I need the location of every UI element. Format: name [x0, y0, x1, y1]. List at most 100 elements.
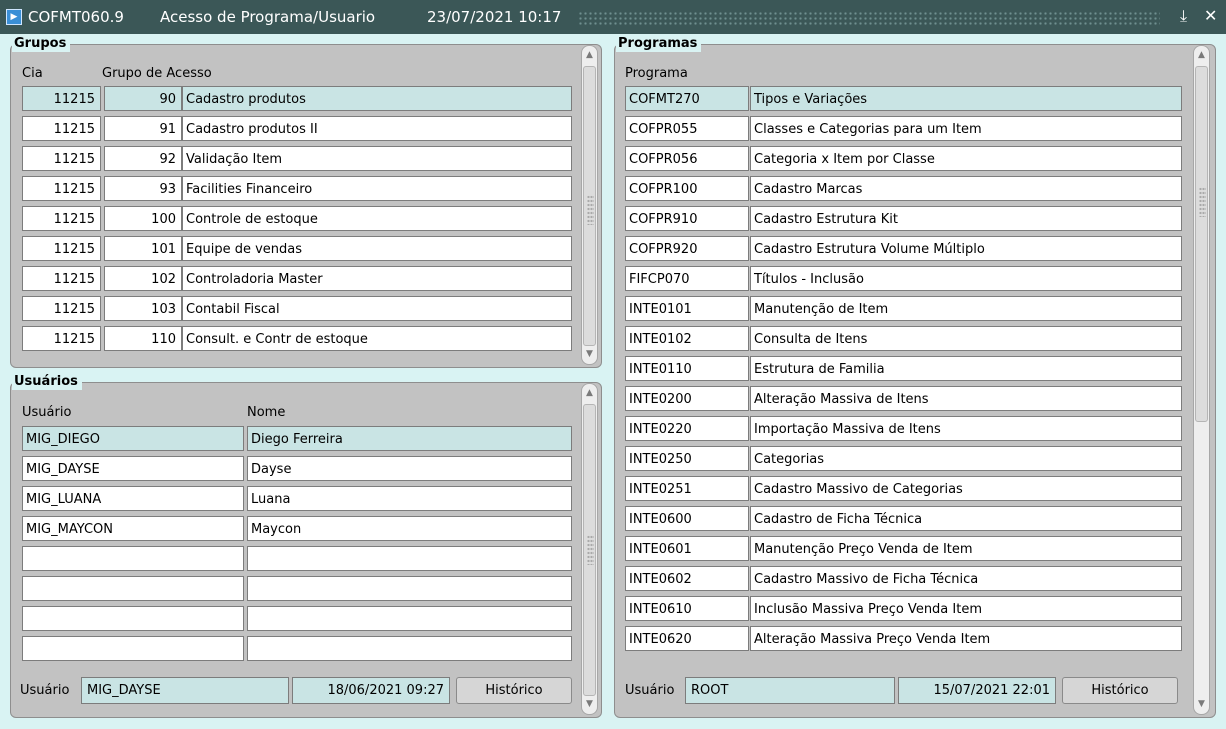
grupo-cia-cell[interactable]: 11215: [22, 296, 101, 321]
grupo-cia-cell[interactable]: 11215: [22, 266, 101, 291]
usuarios-header-usuario: Usuário: [22, 405, 72, 420]
usuarios-title: Usuários: [12, 374, 82, 390]
programa-codigo-cell[interactable]: INTE0251: [625, 476, 749, 501]
programa-descricao-cell[interactable]: Categorias: [750, 446, 1182, 471]
usuario-login-cell[interactable]: MIG_DAYSE: [22, 456, 244, 481]
programa-codigo-cell[interactable]: INTE0602: [625, 566, 749, 591]
programa-descricao-cell[interactable]: Cadastro de Ficha Técnica: [750, 506, 1182, 531]
programa-codigo-cell[interactable]: COFMT270: [625, 86, 749, 111]
scroll-up-icon[interactable]: ▲: [1196, 50, 1207, 61]
scroll-thumb[interactable]: [583, 404, 596, 696]
programa-descricao-cell[interactable]: Estrutura de Familia: [750, 356, 1182, 381]
usuario-login-cell[interactable]: [22, 576, 244, 601]
programa-codigo-cell[interactable]: COFPR100: [625, 176, 749, 201]
grupo-cia-cell[interactable]: 11215: [22, 146, 101, 171]
usuario-nome-cell[interactable]: Diego Ferreira: [247, 426, 572, 451]
programa-codigo-cell[interactable]: COFPR056: [625, 146, 749, 171]
programa-codigo-cell[interactable]: INTE0610: [625, 596, 749, 621]
usuario-login-cell[interactable]: [22, 546, 244, 571]
programa-descricao-cell[interactable]: Alteração Massiva de Itens: [750, 386, 1182, 411]
scroll-up-icon[interactable]: ▲: [584, 50, 595, 61]
minimize-icon[interactable]: ⤓: [1180, 6, 1187, 26]
scroll-up-icon[interactable]: ▲: [584, 388, 595, 399]
programa-codigo-cell[interactable]: INTE0110: [625, 356, 749, 381]
programa-codigo-cell[interactable]: COFPR910: [625, 206, 749, 231]
grupo-codigo-cell[interactable]: 91: [104, 116, 182, 141]
programa-codigo-cell[interactable]: INTE0250: [625, 446, 749, 471]
usuario-nome-cell[interactable]: [247, 606, 572, 631]
grupo-nome-cell[interactable]: Controle de estoque: [182, 206, 572, 231]
usuario-login-cell[interactable]: [22, 636, 244, 661]
grupo-codigo-cell[interactable]: 110: [104, 326, 182, 351]
programa-descricao-cell[interactable]: Alteração Massiva Preço Venda Item: [750, 626, 1182, 651]
programas-historico-button[interactable]: Histórico: [1062, 677, 1178, 704]
usuarios-scrollbar[interactable]: ▲ ▼: [581, 383, 598, 715]
grupo-cia-cell[interactable]: 11215: [22, 176, 101, 201]
usuario-nome-cell[interactable]: [247, 546, 572, 571]
programa-descricao-cell[interactable]: Classes e Categorias para um Item: [750, 116, 1182, 141]
scroll-down-icon[interactable]: ▼: [584, 699, 595, 710]
programa-descricao-cell[interactable]: Manutenção de Item: [750, 296, 1182, 321]
programa-descricao-cell[interactable]: Manutenção Preço Venda de Item: [750, 536, 1182, 561]
usuario-nome-cell[interactable]: Dayse: [247, 456, 572, 481]
grupo-nome-cell[interactable]: Consult. e Contr de estoque: [182, 326, 572, 351]
programa-descricao-cell[interactable]: Cadastro Massivo de Categorias: [750, 476, 1182, 501]
usuario-nome-cell[interactable]: Luana: [247, 486, 572, 511]
grupo-cia-cell[interactable]: 11215: [22, 116, 101, 141]
grupo-codigo-cell[interactable]: 103: [104, 296, 182, 321]
grupo-cia-cell[interactable]: 11215: [22, 326, 101, 351]
grupo-codigo-cell[interactable]: 93: [104, 176, 182, 201]
grupos-scrollbar[interactable]: ▲ ▼: [581, 45, 598, 365]
usuario-nome-cell[interactable]: Maycon: [247, 516, 572, 541]
programa-codigo-cell[interactable]: INTE0600: [625, 506, 749, 531]
programa-descricao-cell[interactable]: Cadastro Massivo de Ficha Técnica: [750, 566, 1182, 591]
usuario-nome-cell[interactable]: [247, 576, 572, 601]
grupo-nome-cell[interactable]: Cadastro produtos II: [182, 116, 572, 141]
grupo-nome-cell[interactable]: Contabil Fiscal: [182, 296, 572, 321]
scroll-thumb[interactable]: [583, 66, 596, 346]
programa-codigo-cell[interactable]: INTE0102: [625, 326, 749, 351]
programa-descricao-cell[interactable]: Cadastro Estrutura Volume Múltiplo: [750, 236, 1182, 261]
scroll-down-icon[interactable]: ▼: [1196, 699, 1207, 710]
usuarios-historico-button[interactable]: Histórico: [456, 677, 572, 704]
programa-descricao-cell[interactable]: Cadastro Marcas: [750, 176, 1182, 201]
usuario-login-cell[interactable]: [22, 606, 244, 631]
usuario-nome-cell[interactable]: [247, 636, 572, 661]
programa-codigo-cell[interactable]: INTE0101: [625, 296, 749, 321]
grupo-cia-cell[interactable]: 11215: [22, 236, 101, 261]
grupo-nome-cell[interactable]: Validação Item: [182, 146, 572, 171]
programa-codigo-cell[interactable]: FIFCP070: [625, 266, 749, 291]
grupo-cia-cell[interactable]: 11215: [22, 206, 101, 231]
grupo-nome-cell[interactable]: Cadastro produtos: [182, 86, 572, 111]
grupo-nome-cell[interactable]: Equipe de vendas: [182, 236, 572, 261]
programas-header-programa: Programa: [625, 66, 688, 81]
programa-descricao-cell[interactable]: Tipos e Variações: [750, 86, 1182, 111]
programa-codigo-cell[interactable]: INTE0220: [625, 416, 749, 441]
programa-codigo-cell[interactable]: INTE0200: [625, 386, 749, 411]
grupo-cia-cell[interactable]: 11215: [22, 86, 101, 111]
programa-codigo-cell[interactable]: INTE0601: [625, 536, 749, 561]
grupo-codigo-cell[interactable]: 100: [104, 206, 182, 231]
programa-descricao-cell[interactable]: Consulta de Itens: [750, 326, 1182, 351]
scroll-down-icon[interactable]: ▼: [584, 349, 595, 360]
programa-codigo-cell[interactable]: COFPR920: [625, 236, 749, 261]
programa-descricao-cell[interactable]: Categoria x Item por Classe: [750, 146, 1182, 171]
programa-codigo-cell[interactable]: INTE0620: [625, 626, 749, 651]
programa-descricao-cell[interactable]: Títulos - Inclusão: [750, 266, 1182, 291]
grupo-codigo-cell[interactable]: 92: [104, 146, 182, 171]
usuario-login-cell[interactable]: MIG_MAYCON: [22, 516, 244, 541]
usuario-login-cell[interactable]: MIG_LUANA: [22, 486, 244, 511]
grupo-nome-cell[interactable]: Facilities Financeiro: [182, 176, 572, 201]
grupo-nome-cell[interactable]: Controladoria Master: [182, 266, 572, 291]
programa-codigo-cell[interactable]: COFPR055: [625, 116, 749, 141]
programas-scrollbar[interactable]: ▲ ▼: [1193, 45, 1210, 715]
programa-descricao-cell[interactable]: Importação Massiva de Itens: [750, 416, 1182, 441]
usuario-login-cell[interactable]: MIG_DIEGO: [22, 426, 244, 451]
programa-descricao-cell[interactable]: Cadastro Estrutura Kit: [750, 206, 1182, 231]
scroll-thumb[interactable]: [1195, 66, 1208, 422]
grupo-codigo-cell[interactable]: 102: [104, 266, 182, 291]
close-icon[interactable]: ✕: [1204, 6, 1217, 26]
programa-descricao-cell[interactable]: Inclusão Massiva Preço Venda Item: [750, 596, 1182, 621]
grupo-codigo-cell[interactable]: 90: [104, 86, 182, 111]
grupo-codigo-cell[interactable]: 101: [104, 236, 182, 261]
